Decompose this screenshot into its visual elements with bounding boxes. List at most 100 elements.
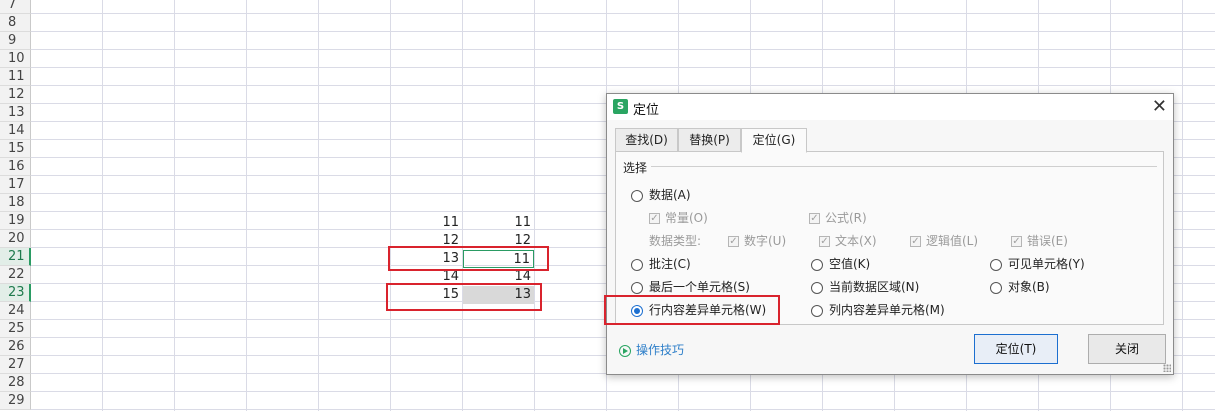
row-header[interactable]: 25 (0, 320, 31, 338)
cell[interactable]: 11 (391, 214, 462, 232)
row-header[interactable]: 8 (0, 14, 31, 32)
check-icon: ✓ (910, 236, 921, 247)
row-header[interactable]: 26 (0, 338, 31, 356)
row-header-selected[interactable]: 23 (0, 284, 31, 302)
checkbox-error-label: 错误(E) (1027, 234, 1068, 248)
checkbox-logical: ✓ 逻辑值(L) (910, 232, 978, 249)
resize-grip-icon[interactable] (1163, 364, 1171, 372)
checkbox-formula-label: 公式(R) (825, 211, 867, 225)
row-header[interactable]: 11 (0, 68, 31, 86)
data-type-label: 数据类型: (649, 234, 702, 248)
row-header[interactable]: 10 (0, 50, 31, 68)
close-icon[interactable]: ✕ (1152, 96, 1167, 117)
gridline (31, 67, 1215, 68)
radio-data-label: 数据(A) (649, 188, 691, 202)
tips-link-label: 操作技巧 (636, 343, 685, 357)
row-header[interactable]: 9 (0, 32, 31, 50)
check-icon: ✓ (819, 236, 830, 247)
row-header[interactable]: 17 (0, 176, 31, 194)
radio-button[interactable] (631, 281, 643, 294)
close-button[interactable]: 关闭 (1088, 334, 1166, 364)
gridline (174, 0, 175, 411)
row-header[interactable]: 18 (0, 194, 31, 212)
row-header[interactable]: 24 (0, 302, 31, 320)
gridline (31, 13, 1215, 14)
dialog-title: 定位 (633, 103, 660, 118)
gridline (31, 409, 1215, 410)
radio-column-differences[interactable]: 列内容差异单元格(M) (811, 301, 945, 318)
check-icon: ✓ (649, 213, 660, 224)
row-header[interactable]: 14 (0, 122, 31, 140)
highlight-box (386, 283, 542, 311)
tab-replace[interactable]: 替换(P) (678, 128, 741, 152)
row-header-selected[interactable]: 21 (0, 248, 31, 266)
gridline (462, 0, 463, 411)
gridline (31, 391, 1215, 392)
row-header[interactable]: 22 (0, 266, 31, 284)
checkbox-logical-label: 逻辑值(L) (926, 234, 979, 248)
radio-last-cell[interactable]: 最后一个单元格(S) (631, 278, 750, 295)
cell[interactable]: 11 (463, 214, 534, 232)
check-icon: ✓ (728, 236, 739, 247)
radio-blank[interactable]: 空值(K) (811, 255, 870, 272)
check-icon: ✓ (1011, 236, 1022, 247)
gridline (318, 0, 319, 411)
tab-goto[interactable]: 定位(G) (741, 128, 807, 153)
checkbox-error: ✓ 错误(E) (1011, 232, 1068, 249)
radio-button[interactable] (811, 258, 823, 271)
gridline (31, 31, 1215, 32)
gridline (1182, 0, 1183, 411)
row-header[interactable]: 29 (0, 392, 31, 410)
gridline (390, 0, 391, 411)
goto-dialog: S 定位 ✕ 查找(D) 替换(P) 定位(G) 选择 数据(A) ✓ 常量(O)… (604, 93, 1174, 375)
radio-button[interactable] (811, 304, 823, 317)
group-divider (651, 166, 1157, 167)
gridline (102, 0, 103, 411)
radio-column-differences-label: 列内容差异单元格(M) (829, 303, 945, 317)
checkbox-text-label: 文本(X) (835, 234, 877, 248)
radio-current-region[interactable]: 当前数据区域(N) (811, 278, 919, 295)
checkbox-constant-label: 常量(O) (665, 211, 708, 225)
check-icon: ✓ (809, 213, 820, 224)
radio-visible-cells-label: 可见单元格(Y) (1008, 257, 1085, 271)
checkbox-number-label: 数字(U) (744, 234, 787, 248)
radio-button[interactable] (811, 281, 823, 294)
checkbox-formula: ✓ 公式(R) (809, 209, 867, 226)
play-icon (619, 344, 631, 357)
goto-button[interactable]: 定位(T) (974, 334, 1058, 364)
dialog-titlebar[interactable]: S 定位 ✕ (607, 94, 1173, 120)
group-label: 选择 (623, 159, 651, 176)
radio-button[interactable] (631, 258, 643, 271)
radio-button[interactable] (631, 189, 643, 202)
gridline (31, 49, 1215, 50)
radio-blank-label: 空值(K) (829, 257, 871, 271)
tab-find[interactable]: 查找(D) (615, 128, 678, 152)
row-header[interactable]: 16 (0, 158, 31, 176)
radio-current-region-label: 当前数据区域(N) (829, 280, 920, 294)
tips-link[interactable]: 操作技巧 (619, 341, 684, 358)
radio-button[interactable] (990, 258, 1002, 271)
app-logo-icon: S (613, 99, 628, 114)
row-header[interactable]: 27 (0, 356, 31, 374)
row-header[interactable]: 15 (0, 140, 31, 158)
checkbox-constant: ✓ 常量(O) (649, 209, 708, 226)
row-header[interactable]: 12 (0, 86, 31, 104)
radio-visible-cells[interactable]: 可见单元格(Y) (990, 255, 1085, 272)
checkbox-text: ✓ 文本(X) (819, 232, 877, 249)
row-header[interactable]: 28 (0, 374, 31, 392)
radio-objects[interactable]: 对象(B) (990, 278, 1050, 295)
checkbox-number: ✓ 数字(U) (728, 232, 786, 249)
highlight-box (604, 295, 780, 325)
radio-comment-label: 批注(C) (649, 257, 691, 271)
radio-objects-label: 对象(B) (1008, 280, 1050, 294)
row-header[interactable]: 7 (0, 0, 31, 14)
radio-data[interactable]: 数据(A) (631, 186, 691, 203)
gridline (246, 0, 247, 411)
gridline (534, 0, 535, 411)
radio-comment[interactable]: 批注(C) (631, 255, 691, 272)
row-header[interactable]: 20 (0, 230, 31, 248)
radio-last-cell-label: 最后一个单元格(S) (649, 280, 750, 294)
radio-button[interactable] (990, 281, 1002, 294)
row-header[interactable]: 19 (0, 212, 31, 230)
row-header[interactable]: 13 (0, 104, 31, 122)
